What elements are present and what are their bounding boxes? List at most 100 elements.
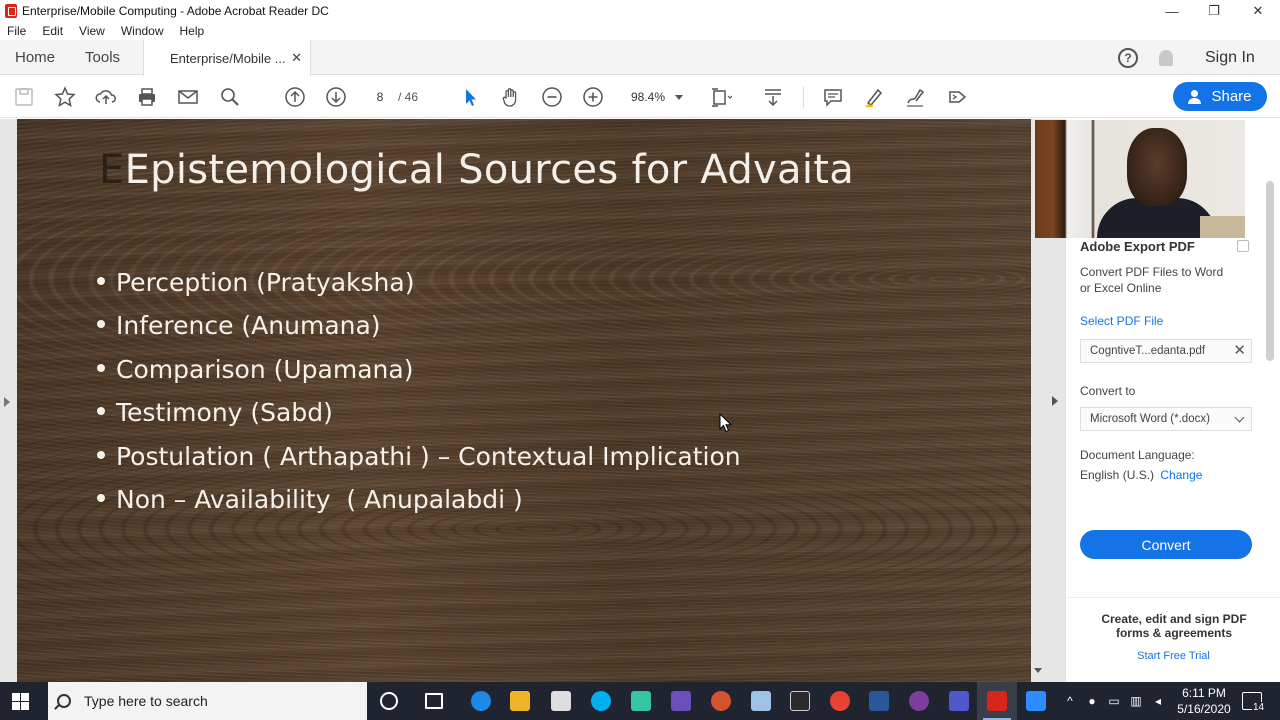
select-pdf-file-link[interactable]: Select PDF File <box>1080 314 1163 328</box>
search-placeholder: Type here to search <box>84 693 208 709</box>
terminal-icon[interactable] <box>790 691 810 711</box>
left-panel-toggle-icon[interactable] <box>4 397 10 407</box>
teams-icon[interactable] <box>949 691 969 711</box>
clock-time: 6:11 PM <box>1182 686 1226 700</box>
slide-title: EEpistemological Sources for Advaita <box>99 147 854 193</box>
bullet-text: Comparison (Upamana) <box>116 354 414 384</box>
scroll-down-arrow-icon[interactable] <box>1034 668 1042 673</box>
chevron-up-icon[interactable]: ^ <box>1063 694 1077 708</box>
close-tab-icon[interactable]: ✕ <box>291 50 302 66</box>
convert-to-label: Convert to <box>1080 384 1136 398</box>
right-panel-toggle-icon[interactable] <box>1052 396 1058 406</box>
maximize-button[interactable]: ❐ <box>1192 0 1236 22</box>
zoom-level-select[interactable]: 98.4% <box>622 86 688 108</box>
battery-icon[interactable]: ▭ <box>1107 694 1121 708</box>
search-icon <box>57 694 71 708</box>
system-clock[interactable]: 6:11 PM 5/16/2020 <box>1172 685 1236 717</box>
select-cursor-icon[interactable] <box>458 85 482 109</box>
sign-in-link[interactable]: Sign In <box>1205 49 1255 67</box>
email-icon[interactable] <box>176 85 200 109</box>
selected-file-field[interactable]: CogntiveT...edanta.pdf ✕ <box>1080 339 1252 363</box>
task-view-icon[interactable] <box>425 693 443 709</box>
visual-studio-icon[interactable] <box>671 691 691 711</box>
zoom-app-icon[interactable] <box>1026 691 1046 711</box>
share-button[interactable]: Share <box>1173 82 1267 111</box>
bullet-item: Non – Availability ( Anupalabdi ) <box>97 478 741 521</box>
sign-icon[interactable] <box>903 85 927 109</box>
acrobat-app-icon <box>5 4 17 18</box>
menu-bar: File Edit View Window Help <box>0 22 212 40</box>
tab-tools[interactable]: Tools <box>70 40 135 75</box>
taskbar-search-box[interactable]: Type here to search <box>48 682 367 720</box>
windows-taskbar: Type here to search ^ ● ▭ ▥ ◂ 6:11 PM 5/… <box>0 682 1280 720</box>
comment-icon[interactable] <box>821 85 845 109</box>
zoom-out-icon[interactable] <box>540 85 564 109</box>
store-icon[interactable] <box>551 691 571 711</box>
page-number-input[interactable]: 8 <box>366 86 394 108</box>
menu-window[interactable]: Window <box>113 22 172 40</box>
chevron-down-icon <box>1234 412 1245 423</box>
skype-icon[interactable] <box>591 691 611 711</box>
bullet-item: Comparison (Upamana) <box>97 348 741 391</box>
pin-panel-icon[interactable] <box>1237 240 1249 252</box>
webcam-video-overlay <box>1035 120 1245 238</box>
clock-date: 5/16/2020 <box>1177 702 1231 716</box>
windows-start-icon[interactable] <box>12 693 29 710</box>
slide-bullet-list: Perception (Pratyaksha) Inference (Anuma… <box>97 261 741 521</box>
close-window-button[interactable]: ✕ <box>1236 0 1280 22</box>
start-free-trial-link[interactable]: Start Free Trial <box>1066 650 1280 662</box>
hand-tool-icon[interactable] <box>499 85 523 109</box>
microphone-icon[interactable]: ● <box>1085 694 1099 708</box>
menu-view[interactable]: View <box>71 22 113 40</box>
minimize-button[interactable]: — <box>1150 0 1194 22</box>
more-tools-icon[interactable] <box>945 85 969 109</box>
volume-icon[interactable]: ◂ <box>1151 694 1165 708</box>
next-page-icon[interactable] <box>324 85 348 109</box>
tab-document[interactable]: Enterprise/Mobile ... ✕ <box>143 40 311 76</box>
bullet-dot-icon <box>97 320 105 329</box>
notes-app-icon[interactable] <box>751 691 771 711</box>
page-fit-icon[interactable] <box>709 85 733 109</box>
scroll-mode-icon[interactable] <box>761 85 785 109</box>
word-icon[interactable] <box>869 691 889 711</box>
document-viewport[interactable]: EEpistemological Sources for Advaita Per… <box>0 119 1065 682</box>
clear-file-icon[interactable]: ✕ <box>1233 340 1246 362</box>
acrobat-taskbar-icon[interactable] <box>987 691 1007 711</box>
menu-file[interactable]: File <box>0 22 34 40</box>
convert-button[interactable]: Convert <box>1080 530 1252 559</box>
powerpoint-icon[interactable] <box>711 691 731 711</box>
menu-help[interactable]: Help <box>172 22 213 40</box>
notifications-bell-icon[interactable] <box>1159 49 1173 66</box>
help-icon[interactable]: ? <box>1118 47 1138 68</box>
slack-icon[interactable] <box>631 691 651 711</box>
file-explorer-icon[interactable] <box>510 691 530 711</box>
person-head <box>1127 128 1187 206</box>
edge-browser-icon[interactable] <box>471 691 491 711</box>
bookmark-star-icon[interactable] <box>53 85 77 109</box>
print-icon[interactable] <box>135 85 159 109</box>
format-select[interactable]: Microsoft Word (*.docx) <box>1080 407 1252 431</box>
bullet-text: Postulation ( Arthapathi ) – Contextual … <box>116 441 741 471</box>
bullet-dot-icon <box>97 493 105 502</box>
search-zoom-icon[interactable] <box>218 85 242 109</box>
previous-page-icon[interactable] <box>283 85 307 109</box>
chrome-icon[interactable] <box>830 691 850 711</box>
bullet-item: Testimony (Sabd) <box>97 391 741 434</box>
tab-home[interactable]: Home <box>0 40 70 75</box>
media-app-icon[interactable] <box>909 691 929 711</box>
bullet-item: Postulation ( Arthapathi ) – Contextual … <box>97 435 741 478</box>
network-icon[interactable]: ▥ <box>1129 694 1143 708</box>
promo-text: Create, edit and sign PDF forms & agreem… <box>1101 612 1247 640</box>
change-language-link[interactable]: Change <box>1160 468 1202 482</box>
highlight-pen-icon[interactable] <box>862 85 886 109</box>
document-language-value: English (U.S.) <box>1080 468 1155 482</box>
slide-title-ghost: E <box>99 147 125 193</box>
toolbar-separator <box>803 86 804 108</box>
upload-cloud-icon[interactable] <box>94 85 118 109</box>
notification-count-badge: 14 <box>1252 702 1266 713</box>
panel-scrollbar[interactable] <box>1266 181 1274 361</box>
menu-edit[interactable]: Edit <box>34 22 71 40</box>
save-icon[interactable] <box>12 85 36 109</box>
cortana-icon[interactable] <box>380 692 398 710</box>
zoom-in-icon[interactable] <box>581 85 605 109</box>
